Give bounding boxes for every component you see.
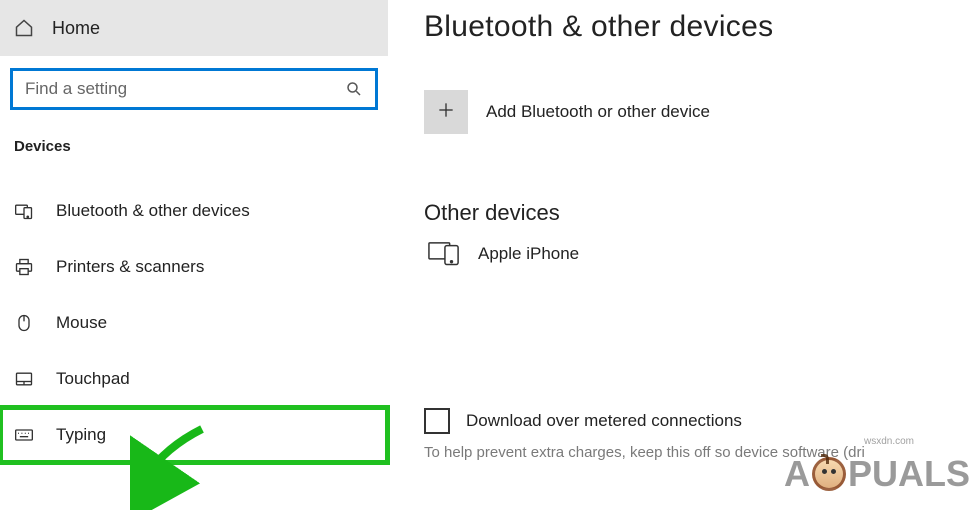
main-pane: Bluetooth & other devices Add Bluetooth … <box>388 0 974 505</box>
home-nav[interactable]: Home <box>0 0 388 56</box>
add-device-button[interactable]: Add Bluetooth or other device <box>424 90 974 134</box>
search-icon <box>345 80 363 98</box>
sidebar-item-bluetooth[interactable]: Bluetooth & other devices <box>0 183 388 239</box>
sidebar-item-label: Printers & scanners <box>56 257 204 277</box>
sidebar-category: Devices <box>0 110 388 165</box>
page-title: Bluetooth & other devices <box>424 10 974 44</box>
sidebar-item-touchpad[interactable]: Touchpad <box>0 351 388 407</box>
keyboard-icon <box>14 425 34 445</box>
mouse-icon <box>14 313 34 333</box>
sidebar-item-typing[interactable]: Typing <box>0 407 388 463</box>
device-label: Apple iPhone <box>478 244 579 264</box>
search-input-wrap[interactable] <box>10 68 378 110</box>
device-row[interactable]: Apple iPhone <box>424 240 974 268</box>
metered-checkbox-row[interactable]: Download over metered connections <box>424 408 974 434</box>
sidebar-item-label: Typing <box>56 425 106 445</box>
plus-icon <box>436 100 456 125</box>
sidebar: Home Devices Bluetooth & other devices P… <box>0 0 388 505</box>
add-device-label: Add Bluetooth or other device <box>486 102 710 122</box>
home-icon <box>14 18 34 38</box>
sidebar-item-mouse[interactable]: Mouse <box>0 295 388 351</box>
other-devices-title: Other devices <box>424 200 974 226</box>
sidebar-item-label: Mouse <box>56 313 107 333</box>
watermark-face-icon <box>812 457 846 491</box>
sidebar-item-printers[interactable]: Printers & scanners <box>0 239 388 295</box>
add-device-tile <box>424 90 468 134</box>
phone-device-icon <box>428 240 460 268</box>
touchpad-icon <box>14 369 34 389</box>
checkbox-icon[interactable] <box>424 408 450 434</box>
metered-label: Download over metered connections <box>466 411 742 431</box>
metered-help-text: To help prevent extra charges, keep this… <box>424 444 974 461</box>
devices-icon <box>14 201 34 221</box>
sidebar-item-label: Bluetooth & other devices <box>56 201 250 221</box>
printer-icon <box>14 257 34 277</box>
search-input[interactable] <box>25 79 345 99</box>
sidebar-item-label: Touchpad <box>56 369 130 389</box>
home-label: Home <box>52 18 100 39</box>
